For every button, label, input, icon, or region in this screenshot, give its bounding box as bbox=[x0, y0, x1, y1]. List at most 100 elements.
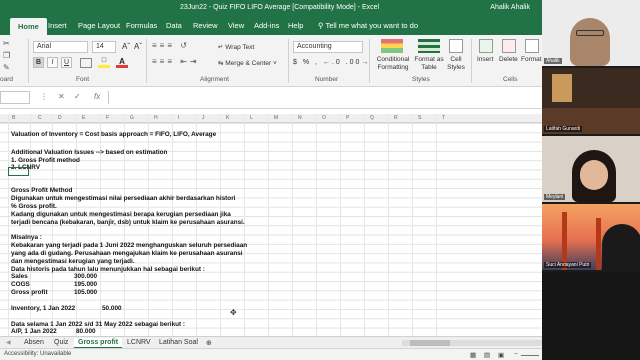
horizontal-align-icons[interactable]: ≡≡≡ ⇤⇥ bbox=[152, 57, 212, 67]
number-format-icons[interactable]: $ % , ←.0 .00→ bbox=[293, 59, 370, 66]
participant-video[interactable]: Suci Andayani Putri bbox=[542, 204, 640, 270]
merge-center-button[interactable]: ⇆ Merge & Center ˅ bbox=[218, 59, 277, 67]
cell-text[interactable]: terjadi bencana (kebakaran, banjir, dsb)… bbox=[11, 219, 245, 226]
table-row-label[interactable]: COGS bbox=[11, 281, 30, 288]
cell-text[interactable]: A/P, 1 Jan 2022 bbox=[11, 328, 57, 335]
page-break-view-icon[interactable]: ▣ bbox=[498, 351, 504, 359]
cell-text[interactable]: yang ada di gudang. Perusahaan mengajuka… bbox=[11, 250, 243, 257]
participant-video[interactable]: Latifah Gunardi bbox=[542, 68, 640, 134]
accessibility-status[interactable]: Accessibility: Unavailable bbox=[4, 351, 71, 357]
tab-add-ins[interactable]: Add-ins bbox=[254, 21, 279, 30]
number-format-box[interactable]: Accounting bbox=[293, 41, 363, 53]
tab-view[interactable]: View bbox=[228, 21, 244, 30]
horizontal-scrollbar[interactable] bbox=[402, 340, 542, 346]
tab-page-layout[interactable]: Page Layout bbox=[78, 21, 120, 30]
column-header[interactable]: R bbox=[394, 115, 398, 121]
table-row-label[interactable]: Sales bbox=[11, 273, 28, 280]
selected-cell[interactable] bbox=[8, 167, 29, 176]
column-header[interactable]: H bbox=[154, 115, 158, 121]
cell-text[interactable]: Kebakaran yang terjadi pada 1 Juni 2022 … bbox=[11, 242, 247, 249]
column-header[interactable]: L bbox=[250, 115, 253, 121]
enter-icon[interactable]: ✓ bbox=[74, 92, 81, 101]
add-sheet-icon[interactable]: ⊕ bbox=[202, 338, 216, 348]
column-header[interactable]: Q bbox=[370, 115, 374, 121]
column-header[interactable]: M bbox=[274, 115, 278, 121]
cell-text[interactable]: Data historis pada tahun lalu menunjukka… bbox=[11, 266, 205, 273]
tab-review[interactable]: Review bbox=[193, 21, 218, 30]
delete-cells-icon[interactable] bbox=[502, 39, 516, 53]
format-painter-icon[interactable]: ✎ bbox=[3, 63, 10, 72]
cell-text[interactable]: Data selama 1 Jan 2022 s/d 31 May 2022 s… bbox=[11, 321, 185, 328]
cell-value[interactable]: 80.000 bbox=[76, 328, 96, 335]
cell-text[interactable]: Additional Valuation Issues --> based on… bbox=[11, 149, 167, 156]
scrollbar-thumb[interactable] bbox=[410, 340, 450, 346]
column-header[interactable]: F bbox=[106, 115, 109, 121]
sheet-tab-lcnrv[interactable]: LCNRV bbox=[123, 338, 155, 347]
tab-insert[interactable]: Insert bbox=[48, 21, 67, 30]
cell-text[interactable]: 1. Gross Profit method bbox=[11, 157, 80, 164]
insert-cells-button[interactable]: Insert bbox=[477, 56, 493, 63]
font-size-box[interactable]: 14 bbox=[92, 41, 116, 53]
tell-me-search[interactable]: ⚲ Tell me what you want to do bbox=[318, 21, 418, 30]
table-row-label[interactable]: Gross profit bbox=[11, 289, 48, 296]
format-as-table-icon[interactable] bbox=[418, 39, 440, 53]
format-cells-icon[interactable] bbox=[525, 39, 539, 53]
bold-button[interactable]: B bbox=[33, 57, 44, 68]
table-row-value[interactable]: 300.000 bbox=[74, 273, 97, 280]
scroll-left-icon[interactable]: ◀ bbox=[2, 338, 15, 347]
cell-styles-icon[interactable] bbox=[449, 39, 463, 53]
vertical-align-icons[interactable]: ≡≡≡ ↺ bbox=[152, 41, 212, 51]
column-header[interactable]: B bbox=[12, 115, 15, 121]
normal-view-icon[interactable]: ▦ bbox=[470, 351, 476, 359]
tab-formulas[interactable]: Formulas bbox=[126, 21, 157, 30]
conditional-formatting-icon[interactable] bbox=[381, 39, 403, 53]
column-header[interactable]: G bbox=[130, 115, 134, 121]
font-color-icon[interactable]: A bbox=[116, 57, 128, 68]
column-header[interactable]: D bbox=[58, 115, 62, 121]
wrap-text-button[interactable]: ↵ Wrap Text bbox=[218, 43, 254, 51]
underline-button[interactable]: U bbox=[61, 57, 72, 68]
column-header[interactable]: E bbox=[82, 115, 85, 121]
sheet-tab-absen[interactable]: Absen bbox=[20, 338, 48, 347]
participant-video[interactable]: Meylani bbox=[542, 136, 640, 202]
cut-icon[interactable]: ✂ bbox=[3, 39, 10, 48]
participant-video[interactable]: Ahalik bbox=[542, 0, 640, 66]
formula-input[interactable] bbox=[108, 91, 542, 104]
italic-button[interactable]: I bbox=[47, 57, 58, 68]
column-header[interactable]: N bbox=[298, 115, 302, 121]
conditional-formatting-button[interactable]: Conditional Formatting bbox=[374, 56, 412, 72]
column-header[interactable]: O bbox=[322, 115, 326, 121]
sheet-tab-latihan-soal[interactable]: Latihan Soal bbox=[155, 338, 202, 347]
tab-help[interactable]: Help bbox=[288, 21, 303, 30]
format-cells-button[interactable]: Format bbox=[521, 56, 542, 63]
name-box[interactable] bbox=[0, 91, 30, 104]
column-header[interactable]: J bbox=[202, 115, 205, 121]
cell-value[interactable]: 50.000 bbox=[102, 305, 122, 312]
cell-text[interactable]: Valuation of Inventory = Cost basis appr… bbox=[11, 131, 216, 138]
column-header[interactable]: T bbox=[442, 115, 445, 121]
column-header[interactable]: C bbox=[38, 115, 42, 121]
fill-color-icon[interactable]: □ bbox=[98, 57, 110, 68]
sheet-tab-quiz[interactable]: Quiz bbox=[50, 338, 72, 347]
user-name[interactable]: Ahalik Ahalik bbox=[490, 4, 530, 11]
decrease-font-icon[interactable]: Aˇ bbox=[134, 42, 142, 51]
column-header[interactable]: K bbox=[226, 115, 229, 121]
zoom-out-icon[interactable]: − bbox=[514, 351, 518, 358]
borders-icon[interactable] bbox=[80, 58, 92, 68]
cell-text[interactable]: Kadang digunakan untuk mengestimasi bera… bbox=[11, 211, 231, 218]
copy-icon[interactable]: ❐ bbox=[3, 51, 10, 60]
cell-text[interactable]: Misalnya : bbox=[11, 234, 42, 241]
zoom-slider[interactable] bbox=[521, 355, 539, 356]
cancel-icon[interactable]: ✕ bbox=[58, 92, 65, 101]
tab-home[interactable]: Home bbox=[10, 18, 47, 35]
cell-text[interactable]: % Gross profit. bbox=[11, 203, 57, 210]
column-header[interactable]: S bbox=[418, 115, 421, 121]
column-header[interactable]: I bbox=[178, 115, 179, 121]
page-layout-view-icon[interactable]: ▤ bbox=[484, 351, 490, 359]
cell-styles-button[interactable]: Cell Styles bbox=[442, 56, 470, 72]
column-header[interactable]: P bbox=[346, 115, 349, 121]
increase-font-icon[interactable]: Aˆ bbox=[122, 42, 130, 51]
table-row-value[interactable]: 105.000 bbox=[74, 289, 97, 296]
font-name-box[interactable]: Arial bbox=[33, 41, 88, 53]
cell-text[interactable]: Inventory, 1 Jan 2022 bbox=[11, 305, 75, 312]
